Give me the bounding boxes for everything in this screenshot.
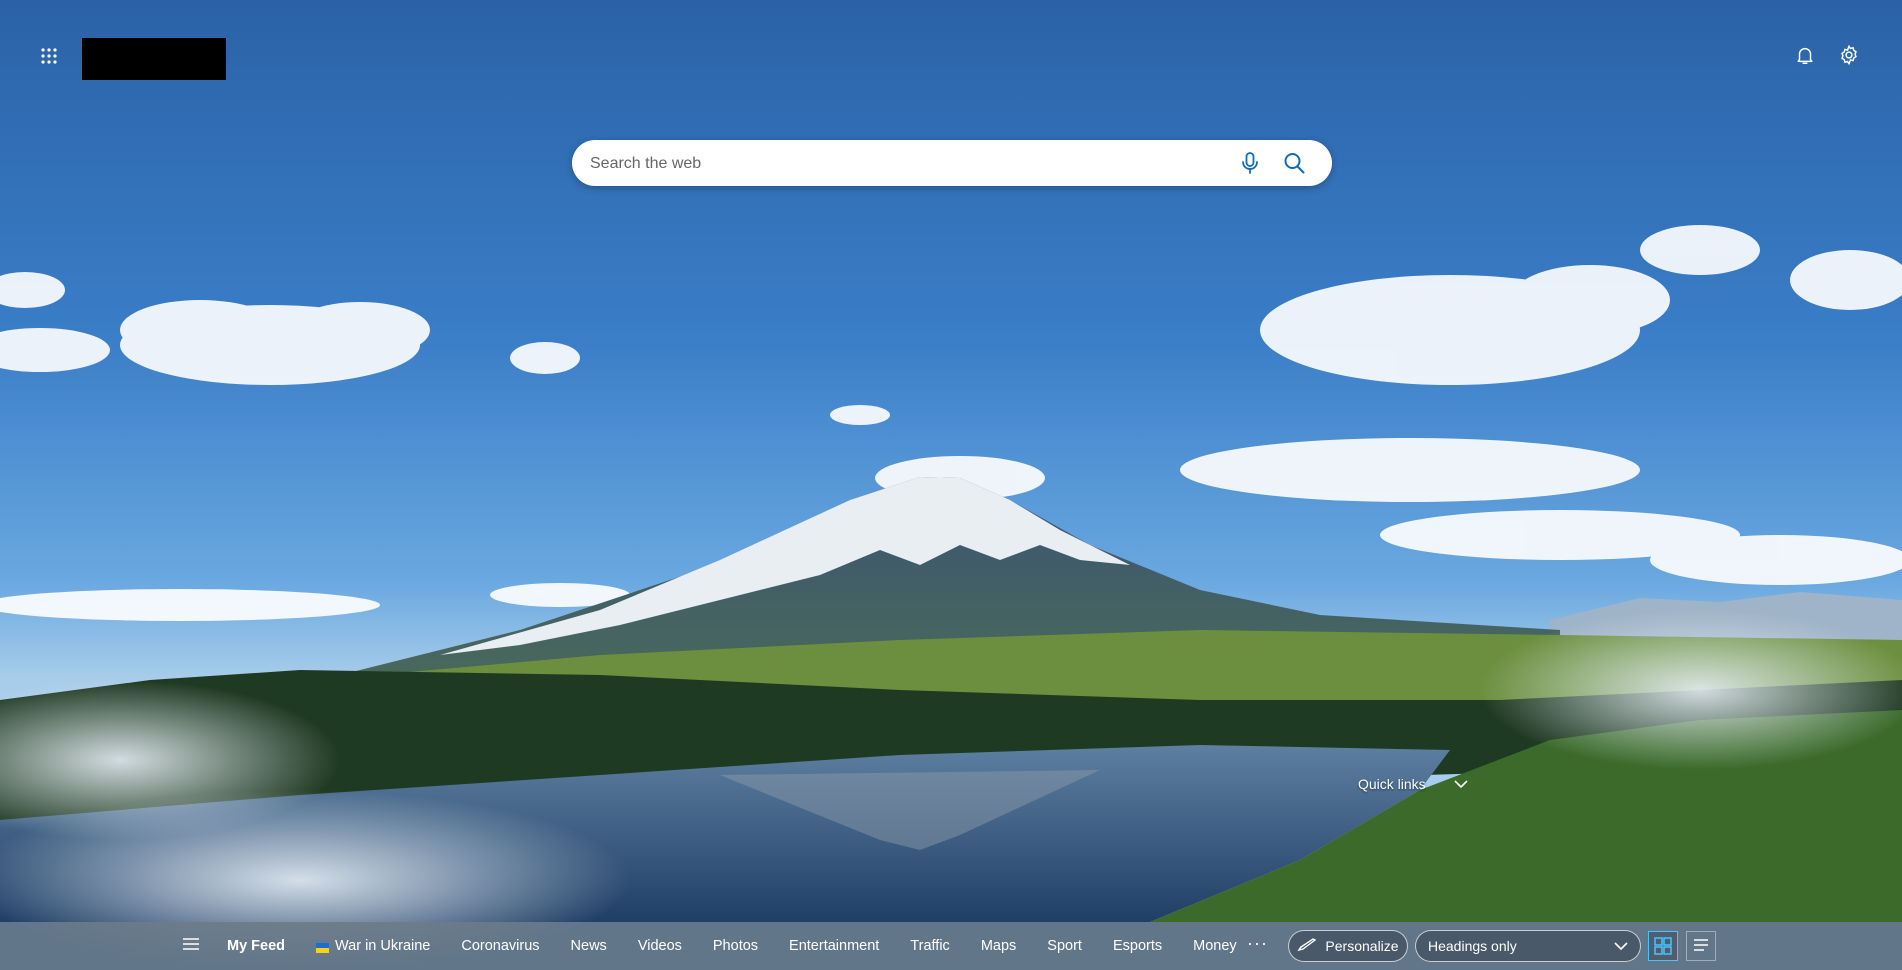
chevron-down-icon	[1454, 776, 1468, 792]
nav-item-coronavirus[interactable]: Coronavirus	[461, 938, 539, 954]
search-icon	[1282, 153, 1306, 180]
grid-view-icon	[1649, 937, 1677, 964]
nav-menu-button[interactable]	[182, 936, 204, 956]
apps-launcher-button[interactable]	[40, 47, 64, 71]
feed-navigation-bar: My Feed War in Ukraine Coronavirus News …	[0, 922, 1902, 970]
nav-item-my-feed[interactable]: My Feed	[227, 938, 285, 954]
nav-item-label: War in Ukraine	[335, 938, 431, 954]
chevron-down-icon	[1614, 938, 1628, 954]
nav-item-videos[interactable]: Videos	[638, 938, 682, 954]
apps-grid-icon	[40, 47, 64, 65]
personalize-label: Personalize	[1325, 938, 1399, 954]
grid-view-button[interactable]	[1648, 931, 1678, 961]
voice-search-button[interactable]	[1238, 150, 1264, 176]
quick-links-label: Quick links	[1358, 776, 1426, 792]
hamburger-icon	[182, 938, 200, 956]
nav-item-traffic[interactable]: Traffic	[910, 938, 949, 954]
search-input[interactable]	[588, 150, 1192, 178]
settings-button[interactable]	[1838, 44, 1864, 70]
nav-item-esports[interactable]: Esports	[1113, 938, 1162, 954]
layout-select-value: Headings only	[1428, 938, 1517, 954]
list-view-icon	[1687, 939, 1715, 964]
nav-item-sport[interactable]: Sport	[1047, 938, 1082, 954]
ukraine-flag-icon	[316, 941, 330, 953]
layout-select[interactable]: Headings only	[1415, 930, 1641, 962]
notifications-button[interactable]	[1794, 44, 1820, 70]
redacted-logo	[82, 38, 226, 80]
nav-item-war-in-ukraine[interactable]: War in Ukraine	[316, 938, 430, 954]
nav-item-entertainment[interactable]: Entertainment	[789, 938, 879, 954]
search-submit-button[interactable]	[1282, 150, 1308, 176]
nav-item-photos[interactable]: Photos	[713, 938, 758, 954]
more-button[interactable]: ···	[1247, 933, 1268, 954]
microphone-icon	[1238, 152, 1262, 180]
quick-links-toggle[interactable]: Quick links	[1358, 776, 1468, 792]
top-bar	[0, 0, 1902, 110]
list-view-button[interactable]	[1686, 931, 1716, 961]
nav-items: My Feed War in Ukraine Coronavirus News …	[227, 922, 1268, 970]
search-box	[572, 140, 1332, 186]
gear-icon	[1838, 44, 1860, 70]
nav-item-money[interactable]: Money	[1193, 938, 1237, 954]
nav-item-news[interactable]: News	[571, 938, 607, 954]
pen-icon	[1297, 937, 1317, 955]
nav-item-maps[interactable]: Maps	[981, 938, 1016, 954]
bell-icon	[1794, 47, 1816, 70]
personalize-button[interactable]: Personalize	[1288, 930, 1408, 962]
